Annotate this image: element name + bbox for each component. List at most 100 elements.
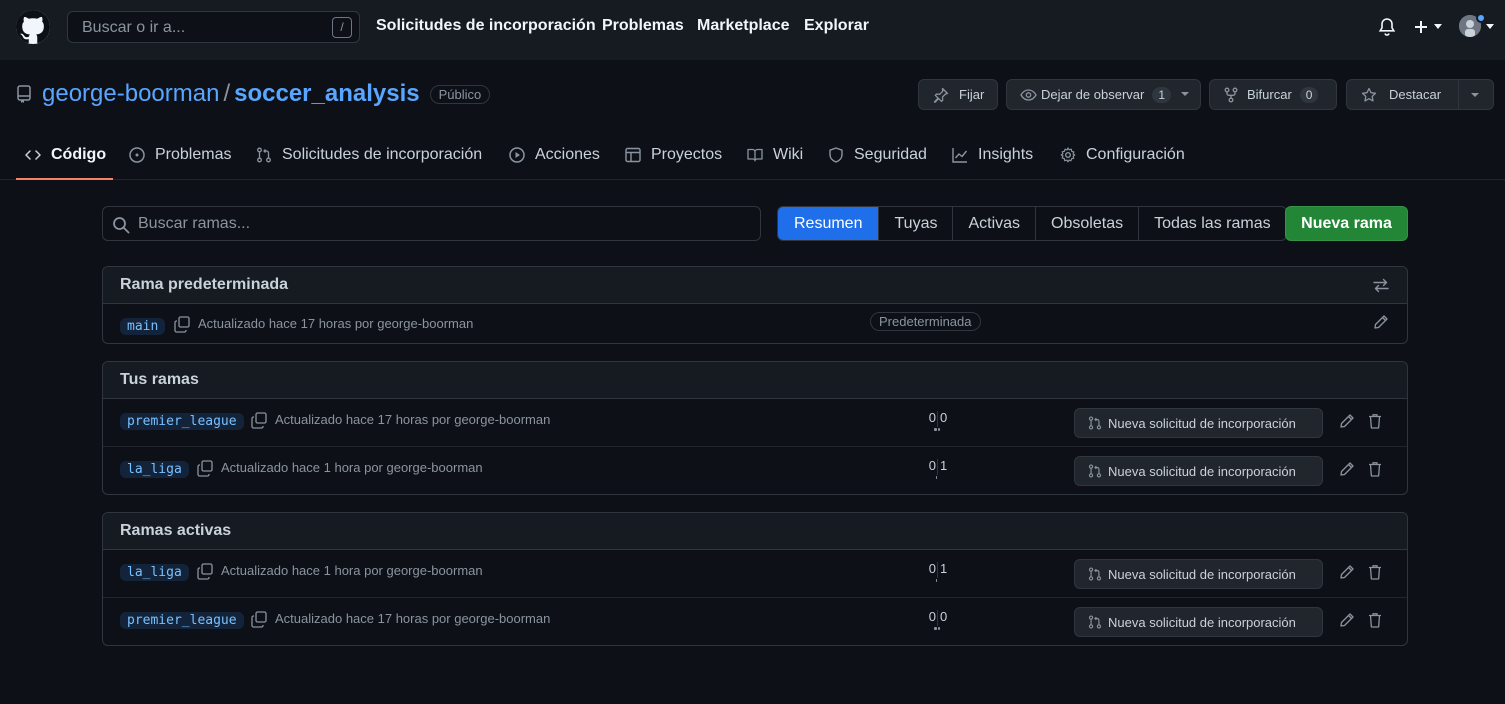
copy-icon[interactable] [197, 460, 213, 477]
star-button[interactable]: Destacar [1346, 79, 1494, 110]
active-tab-indicator [16, 178, 113, 180]
copy-icon[interactable] [197, 563, 213, 580]
new-pull-request-button[interactable]: Nueva solicitud de incorporación [1074, 559, 1323, 589]
branch-name-link[interactable]: premier_league [120, 612, 244, 629]
star-label: Destacar [1389, 87, 1442, 102]
chevron-down-icon[interactable] [1485, 24, 1495, 30]
github-logo-icon[interactable] [16, 10, 50, 44]
tab-code[interactable]: Código [25, 143, 106, 167]
branch-name-link[interactable]: premier_league [120, 413, 244, 430]
repo-name-link[interactable]: soccer_analysis [234, 80, 419, 108]
new-pull-request-label: Nueva solicitud de incorporación [1108, 463, 1296, 479]
nav-issues[interactable]: Problemas [602, 17, 684, 35]
tab-projects[interactable]: Proyectos [625, 143, 722, 167]
your-branches-box: Tus ramas premier_league Actualizado hac… [102, 361, 1408, 495]
chevron-down-icon[interactable] [1433, 24, 1443, 30]
branch-row: premier_league Actualizado hace 17 horas… [103, 399, 1407, 446]
ahead-count: 1 [940, 458, 948, 473]
search-placeholder: Buscar o ir a... [82, 19, 186, 36]
default-branch-header: Rama predeterminada [103, 267, 1407, 304]
filter-stale[interactable]: Obsoletas [1035, 207, 1138, 240]
repo-owner-link[interactable]: george-boorman [42, 80, 219, 108]
fork-label: Bifurcar [1247, 87, 1292, 102]
filter-active[interactable]: Activas [952, 207, 1035, 240]
filter-all[interactable]: Todas las ramas [1138, 207, 1286, 240]
global-search-input[interactable]: Buscar o ir a... / [67, 11, 360, 43]
fork-icon [1224, 87, 1238, 103]
fork-button[interactable]: Bifurcar 0 [1209, 79, 1337, 110]
branch-row: la_liga Actualizado hace 1 hora por geor… [103, 550, 1407, 597]
chevron-down-icon [1181, 92, 1190, 97]
chevron-down-icon[interactable] [1471, 93, 1479, 98]
pull-request-icon [257, 147, 271, 163]
trash-icon[interactable] [1368, 612, 1382, 628]
new-pull-request-label: Nueva solicitud de incorporación [1108, 566, 1296, 582]
watch-button[interactable]: Dejar de observar 1 [1006, 79, 1201, 110]
pencil-icon[interactable] [1339, 564, 1355, 580]
tab-security[interactable]: Seguridad [828, 143, 927, 167]
switch-icon[interactable] [1373, 278, 1389, 293]
bell-icon[interactable] [1378, 17, 1396, 37]
pencil-icon[interactable] [1339, 413, 1355, 429]
search-icon [113, 217, 130, 234]
pencil-icon[interactable] [1339, 461, 1355, 477]
branch-name-link[interactable]: main [120, 318, 166, 335]
branch-name-link[interactable]: la_liga [120, 564, 189, 581]
tab-wiki[interactable]: Wiki [747, 143, 803, 167]
branch-row: la_liga Actualizado hace 1 hora por geor… [103, 446, 1407, 493]
code-icon [25, 150, 41, 160]
behind-bar [934, 428, 937, 431]
watch-count: 1 [1152, 86, 1172, 103]
ahead-count: 1 [940, 561, 948, 576]
copy-icon[interactable] [174, 316, 190, 333]
new-pull-request-button[interactable]: Nueva solicitud de incorporación [1074, 607, 1323, 637]
new-branch-button[interactable]: Nueva rama [1285, 206, 1408, 241]
filter-yours[interactable]: Tuyas [878, 207, 952, 240]
table-icon [625, 147, 641, 163]
copy-icon[interactable] [251, 412, 267, 429]
behind-count: 0 [928, 609, 936, 624]
pin-label: Fijar [959, 87, 985, 102]
behind-count: 0 [928, 410, 936, 425]
pull-request-icon [1088, 615, 1102, 629]
filter-overview[interactable]: Resumen [778, 207, 879, 240]
notification-dot [1476, 13, 1486, 23]
tab-settings-label: Configuración [1086, 146, 1185, 163]
trash-icon[interactable] [1368, 564, 1382, 580]
ahead-behind-divider [937, 610, 938, 626]
branch-updated-text: Actualizado hace 17 horas por george-boo… [275, 611, 551, 626]
plus-icon[interactable] [1413, 19, 1429, 35]
tab-issues[interactable]: Problemas [129, 143, 231, 167]
tab-pull-requests[interactable]: Solicitudes de incorporación [256, 143, 482, 167]
new-pull-request-button[interactable]: Nueva solicitud de incorporación [1074, 456, 1323, 486]
ahead-behind-divider [937, 459, 938, 475]
tab-actions[interactable]: Acciones [509, 143, 600, 167]
ahead-behind-indicator: 0 1 [922, 561, 952, 583]
section-title: Tus ramas [120, 371, 199, 388]
trash-icon[interactable] [1368, 413, 1382, 429]
repo-separator: / [223, 80, 231, 107]
new-pull-request-button[interactable]: Nueva solicitud de incorporación [1074, 408, 1323, 438]
trash-icon[interactable] [1368, 461, 1382, 477]
nav-explore[interactable]: Explorar [804, 17, 869, 35]
graph-icon [952, 148, 968, 163]
tab-settings[interactable]: Configuración [1060, 143, 1185, 167]
nav-marketplace[interactable]: Marketplace [697, 17, 790, 35]
pull-request-icon [1088, 567, 1102, 581]
branch-search-placeholder: Buscar ramas... [138, 215, 251, 232]
branch-search-input[interactable]: Buscar ramas... [102, 206, 761, 241]
tab-actions-label: Acciones [535, 146, 600, 163]
gear-icon [1060, 147, 1076, 163]
tab-insights[interactable]: Insights [952, 143, 1033, 167]
pencil-icon[interactable] [1373, 314, 1389, 330]
ahead-bar [938, 428, 940, 431]
nav-pull-requests[interactable]: Solicitudes de incorporación [376, 17, 596, 35]
your-branches-header: Tus ramas [103, 362, 1407, 399]
eye-icon [1020, 88, 1037, 101]
copy-icon[interactable] [251, 611, 267, 628]
default-branch-box: Rama predeterminada main Actualizado hac… [102, 266, 1408, 344]
pin-button[interactable]: Fijar [918, 79, 998, 110]
pencil-icon[interactable] [1339, 612, 1355, 628]
branch-name-link[interactable]: la_liga [120, 461, 189, 478]
tab-insights-label: Insights [978, 146, 1034, 163]
